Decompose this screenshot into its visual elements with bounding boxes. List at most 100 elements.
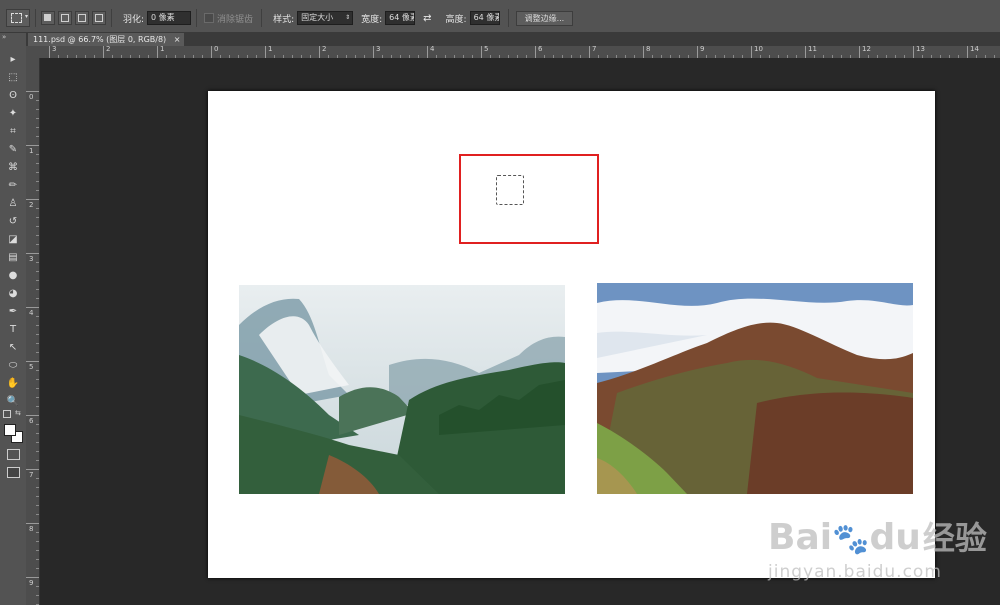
ruler-tick-label: 2 [29, 201, 34, 209]
watermark-brand-3: 经验 [922, 519, 987, 557]
intersect-selection-icon [95, 14, 103, 22]
ruler-minor-tick [36, 127, 39, 128]
ruler-tick: 3 [373, 46, 380, 58]
ruler-tick-label: 1 [268, 46, 273, 53]
healing-brush-tool-icon[interactable]: ⌘ [5, 161, 21, 175]
marquee-preset-button[interactable]: ▾ [6, 9, 30, 27]
add-to-selection-button[interactable] [58, 11, 72, 25]
ruler-tick-label: 2 [322, 46, 327, 53]
ruler-tick: 2 [319, 46, 326, 58]
close-tab-icon[interactable]: × [174, 35, 181, 44]
swap-colors-icon[interactable]: ⇆ [15, 409, 21, 417]
vertical-ruler[interactable]: 0 1 2 3 4 5 6 7 8 9 [26, 58, 40, 605]
refine-edge-button[interactable]: 调整边缘... [515, 10, 574, 26]
ruler-tick: 7 [26, 469, 39, 479]
tab-bar: 111.psd @ 66.7% (图层 0, RGB/8) × [26, 33, 1000, 46]
new-selection-icon [44, 14, 51, 21]
ruler-tick-label: 3 [376, 46, 381, 53]
width-input[interactable]: 64 像素 [385, 11, 416, 25]
new-selection-button[interactable] [41, 11, 55, 25]
ruler-tick: 3 [49, 46, 56, 58]
document-tab[interactable]: 111.psd @ 66.7% (图层 0, RGB/8) × [28, 33, 185, 46]
ruler-minor-tick [36, 109, 39, 110]
marquee-tool-icon[interactable]: ⬚ [5, 71, 21, 85]
ruler-minor-tick [36, 118, 39, 119]
ruler-minor-tick [36, 586, 39, 587]
zoom-tool-icon[interactable]: 🔍 [5, 395, 21, 409]
ruler-minor-tick [36, 154, 39, 155]
baidu-watermark: Bai🐾du经验 [768, 518, 987, 560]
ruler-tick-label: 5 [29, 363, 34, 371]
mountain-photo-right [597, 283, 913, 494]
pen-tool-icon[interactable]: ✒ [5, 305, 21, 319]
mountain-photo-left [239, 285, 565, 494]
anti-alias-label: 消除锯齿 [217, 14, 254, 25]
brush-tool-icon[interactable]: ✏ [5, 179, 21, 193]
ruler-minor-tick [36, 559, 39, 560]
screen-mode-icon[interactable] [7, 467, 20, 478]
lasso-tool-icon[interactable]: ʘ [5, 89, 21, 103]
ruler-minor-tick [36, 379, 39, 380]
ruler-tick: 0 [211, 46, 218, 58]
subtract-from-selection-button[interactable] [75, 11, 89, 25]
ruler-minor-tick [36, 343, 39, 344]
ruler-minor-tick [36, 487, 39, 488]
ruler-tick-label: 3 [29, 255, 34, 263]
ruler-minor-tick [36, 433, 39, 434]
magic-wand-tool-icon[interactable]: ✦ [5, 107, 21, 121]
anti-alias-checkbox[interactable] [204, 13, 215, 23]
ruler-tick: 14 [967, 46, 979, 58]
ruler-tick: 2 [26, 199, 39, 209]
ruler-minor-tick [36, 370, 39, 371]
document-tab-title: 111.psd @ 66.7% (图层 0, RGB/8) [33, 35, 167, 44]
ruler-minor-tick [36, 334, 39, 335]
gradient-tool-icon[interactable]: ▤ [5, 251, 21, 265]
ruler-tick: 1 [26, 145, 39, 155]
ruler-tick-label: 9 [700, 46, 705, 53]
ruler-minor-tick [36, 244, 39, 245]
swap-dimensions-icon[interactable]: ⇄ [423, 13, 431, 24]
ruler-tick: 7 [589, 46, 596, 58]
move-tool-icon[interactable]: ▸ [5, 53, 21, 67]
ruler-tick: 5 [481, 46, 488, 58]
subtract-selection-icon [78, 14, 86, 22]
path-selection-tool-icon[interactable]: ↖ [5, 341, 21, 355]
history-brush-tool-icon[interactable]: ↺ [5, 215, 21, 229]
selection-marquee[interactable] [496, 175, 524, 205]
ruler-minor-tick [36, 568, 39, 569]
blur-tool-icon[interactable]: ● [5, 269, 21, 283]
ruler-tick-label: 5 [484, 46, 489, 53]
hand-tool-icon[interactable]: ✋ [5, 377, 21, 391]
ruler-tick: 10 [751, 46, 763, 58]
quick-mask-icon[interactable] [7, 449, 20, 460]
select-arrows-icon: ⇕ [345, 14, 351, 21]
ruler-tick-label: 2 [106, 46, 111, 53]
default-colors-icon[interactable] [3, 410, 11, 418]
dodge-tool-icon[interactable]: ◕ [5, 287, 21, 301]
ruler-minor-tick [36, 235, 39, 236]
intersect-selection-button[interactable] [92, 11, 106, 25]
type-tool-icon[interactable]: T [5, 323, 21, 337]
options-bar: ▾ 羽化: 0 像素 消除锯齿 样式: 固定大小 ⇕ 宽度: 64 像素 ⇄ 高度… [0, 4, 1000, 33]
ellipse-tool-icon[interactable]: ⬭ [5, 359, 21, 373]
style-select[interactable]: 固定大小 ⇕ [297, 11, 354, 25]
document-canvas[interactable] [208, 91, 935, 578]
ruler-minor-tick [36, 208, 39, 209]
brown-mountain-image [597, 283, 913, 494]
ruler-tick: 8 [643, 46, 650, 58]
clone-stamp-tool-icon[interactable]: ♙ [5, 197, 21, 211]
feather-input[interactable]: 0 像素 [147, 11, 192, 25]
watermark-url: jingyan.baidu.com [768, 562, 942, 582]
ruler-tick: 9 [697, 46, 704, 58]
watermark-brand: Bai [768, 517, 833, 558]
panel-collapse-icon[interactable]: » [2, 33, 6, 41]
eyedropper-tool-icon[interactable]: ✎ [5, 143, 21, 157]
ruler-tick-label: 7 [29, 471, 34, 479]
height-input[interactable]: 64 像素 [469, 11, 500, 25]
crop-tool-icon[interactable]: ⌗ [5, 125, 21, 139]
ruler-origin[interactable] [26, 46, 40, 58]
ruler-tick-label: 4 [430, 46, 435, 53]
eraser-tool-icon[interactable]: ◪ [5, 233, 21, 247]
ruler-minor-tick [36, 442, 39, 443]
foreground-color-swatch[interactable] [4, 424, 16, 436]
